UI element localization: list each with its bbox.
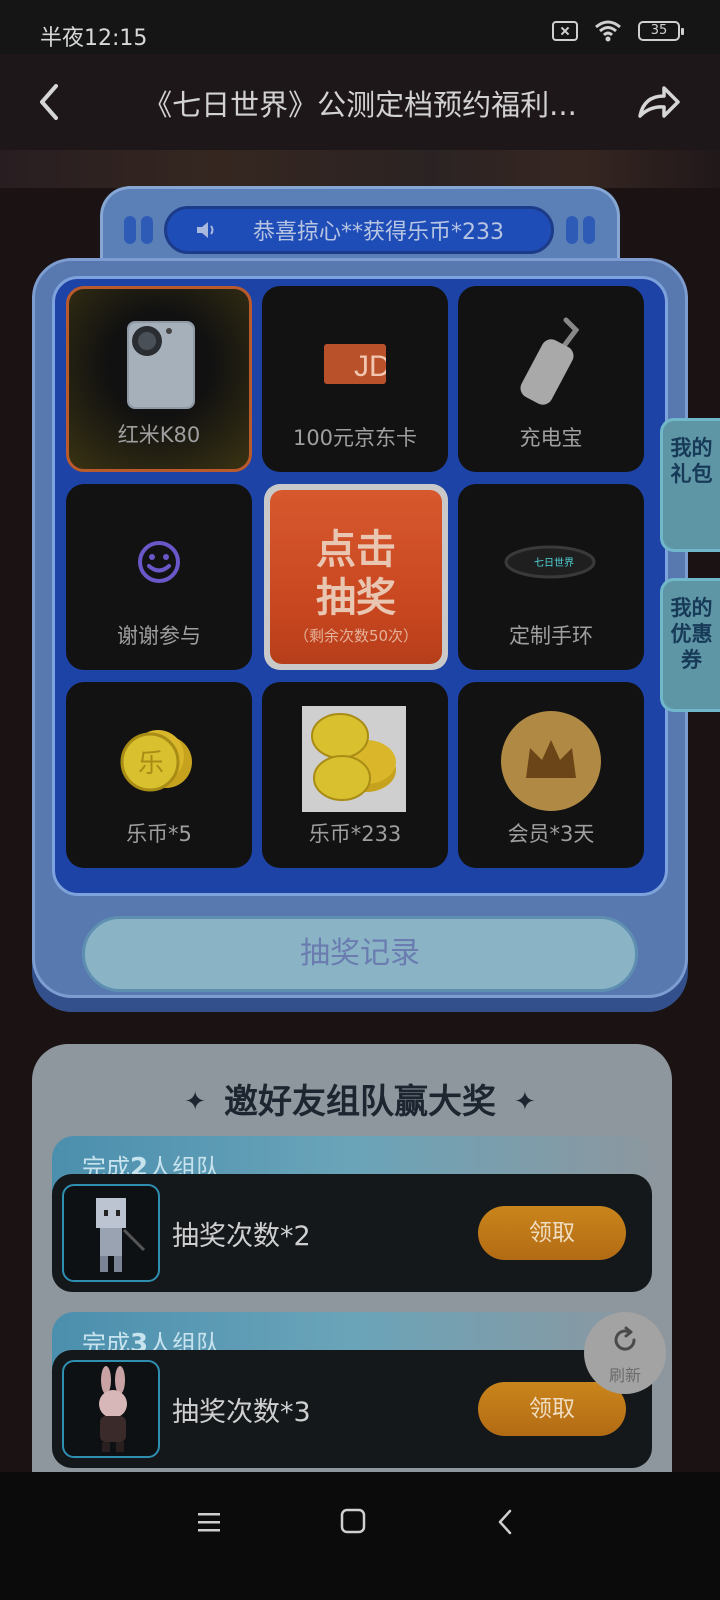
draw-button-line2: 抽奖 <box>316 575 396 621</box>
prize-cell-thanks: 谢谢参与 <box>66 484 252 670</box>
prize-label: 定制手环 <box>509 624 593 648</box>
prize-label: 乐币*233 <box>308 822 402 846</box>
status-icons: 35 <box>552 20 684 42</box>
refresh-button[interactable]: 刷新 <box>584 1312 666 1394</box>
draw-record-button[interactable]: 抽奖记录 <box>82 916 638 992</box>
claim-button[interactable]: 领取 <box>478 1206 626 1260</box>
tier-reward: 抽奖次数*2 <box>172 1221 311 1252</box>
tab-decoration-right <box>566 216 600 244</box>
menu-icon[interactable] <box>196 1510 222 1534</box>
prize-label: 会员*3天 <box>507 822 595 846</box>
character-icon <box>96 1198 146 1272</box>
system-nav-bar <box>0 1472 720 1600</box>
tier-row: 抽奖次数*3 领取 <box>52 1350 652 1468</box>
refresh-label: 刷新 <box>608 1366 641 1385</box>
phone-icon <box>127 321 195 409</box>
power-bank-icon <box>520 317 580 405</box>
svg-text:七日世界: 七日世界 <box>534 557 574 569</box>
rabbit-icon <box>99 1366 127 1452</box>
wifi-icon <box>595 20 621 42</box>
speaker-icon <box>197 222 214 238</box>
sparkle-icon: ✦ <box>514 1087 536 1117</box>
share-button[interactable] <box>634 80 684 124</box>
tier-thumbnail <box>62 1360 160 1458</box>
team-title-text: 邀好友组队赢大奖 <box>224 1082 496 1122</box>
prize-cell-wristband: 七日世界 定制手环 <box>458 484 644 670</box>
marquee-text: 恭喜掠心**获得乐币*233 <box>253 220 504 245</box>
smiley-icon <box>138 541 180 583</box>
team-title: ✦ 邀好友组队赢大奖 ✦ <box>0 1074 720 1123</box>
tier-thumbnail <box>62 1184 160 1282</box>
crown-icon <box>501 711 601 811</box>
tab-decoration-left <box>124 216 158 244</box>
prize-cell-coins-5: 乐 乐币*5 <box>66 682 252 868</box>
my-gift-tab[interactable]: 我的礼包 <box>660 418 720 552</box>
prize-label: 谢谢参与 <box>117 624 201 648</box>
sparkle-icon: ✦ <box>184 1087 206 1117</box>
draw-button[interactable]: 点击 抽奖 （剩余次数50次） <box>264 484 448 670</box>
prize-label: 乐币*5 <box>126 822 192 846</box>
draw-button-face: 点击 抽奖 （剩余次数50次） <box>270 490 442 664</box>
prize-cell-membership: 会员*3天 <box>458 682 644 868</box>
prize-cell-phone: 红米K80 <box>66 286 252 472</box>
header: 《七日世界》公测定档预约福利... <box>0 54 720 150</box>
status-time: 半夜12:15 <box>40 26 148 51</box>
my-coupon-tab[interactable]: 我的优惠券 <box>660 578 720 712</box>
svg-text:JD: JD <box>354 350 386 383</box>
no-sim-icon <box>552 21 578 41</box>
prize-label: 红米K80 <box>117 423 201 447</box>
tier-reward: 抽奖次数*3 <box>172 1397 311 1428</box>
remaining-draws: （剩余次数50次） <box>293 627 419 645</box>
prize-label: 100元京东卡 <box>292 426 418 450</box>
draw-button-line1: 点击 <box>316 527 396 573</box>
tier-row: 抽奖次数*2 领取 <box>52 1174 652 1292</box>
back-button[interactable] <box>30 80 70 124</box>
home-icon[interactable] <box>340 1508 366 1534</box>
refresh-icon <box>614 1326 636 1351</box>
prize-cell-power-bank: 充电宝 <box>458 286 644 472</box>
battery-indicator: 35 <box>638 21 684 41</box>
coin-stack-icon <box>302 706 406 812</box>
prize-cell-coins-233: 乐币*233 <box>262 682 448 868</box>
prize-label: 充电宝 <box>519 426 583 450</box>
prize-cell-jd-card: JD 100元京东卡 <box>262 286 448 472</box>
page-title: 《七日世界》公测定档预约福利... <box>143 88 577 122</box>
svg-text:乐: 乐 <box>138 749 164 779</box>
coins-icon: 乐 <box>120 730 192 792</box>
jd-card-icon: JD <box>324 344 386 384</box>
back-nav-icon[interactable] <box>494 1508 516 1536</box>
wristband-icon: 七日世界 <box>504 545 596 579</box>
claim-button[interactable]: 领取 <box>478 1382 626 1436</box>
winner-marquee: 恭喜掠心**获得乐币*233 <box>164 206 554 254</box>
hero-banner <box>0 150 720 188</box>
